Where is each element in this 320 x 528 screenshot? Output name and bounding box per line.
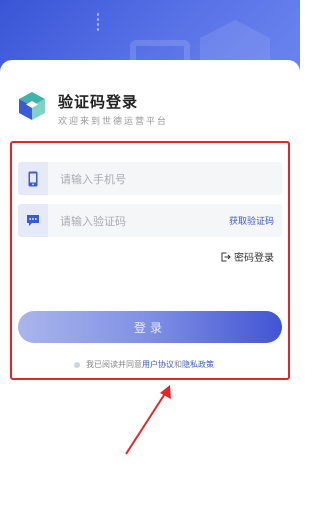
- page-title: 验证码登录: [58, 93, 139, 111]
- login-button[interactable]: 登录: [18, 311, 282, 343]
- annotation-arrow: [125, 385, 171, 455]
- code-input[interactable]: 请输入验证码: [60, 213, 126, 229]
- phone-input[interactable]: 请输入手机号: [60, 171, 126, 187]
- sms-icon: [27, 215, 39, 226]
- password-login-link[interactable]: 密码登录: [221, 249, 274, 264]
- password-login-label: 密码登录: [234, 253, 274, 264]
- phone-icon: [28, 171, 38, 186]
- page-subtitle: 欢迎来到世德运营平台: [58, 117, 169, 127]
- phone-field[interactable]: 请输入手机号: [18, 162, 282, 195]
- agreement-row: 我已阅读并同意 用户协议 和 隐私政策: [74, 359, 214, 370]
- agreement-checkbox[interactable]: [74, 361, 80, 368]
- decorative-dots: [96, 12, 100, 32]
- get-code-button[interactable]: 获取验证码: [229, 214, 274, 227]
- logo-icon: [19, 92, 45, 120]
- sms-icon-box: [18, 204, 48, 237]
- exit-icon: [221, 252, 231, 262]
- agreement-prefix: 我已阅读并同意: [86, 360, 142, 369]
- privacy-policy-link[interactable]: 隐私政策: [182, 359, 214, 370]
- user-agreement-link[interactable]: 用户协议: [142, 359, 174, 370]
- code-field[interactable]: 请输入验证码 获取验证码: [18, 204, 282, 237]
- agreement-and: 和: [174, 360, 182, 369]
- phone-icon-box: [18, 162, 48, 195]
